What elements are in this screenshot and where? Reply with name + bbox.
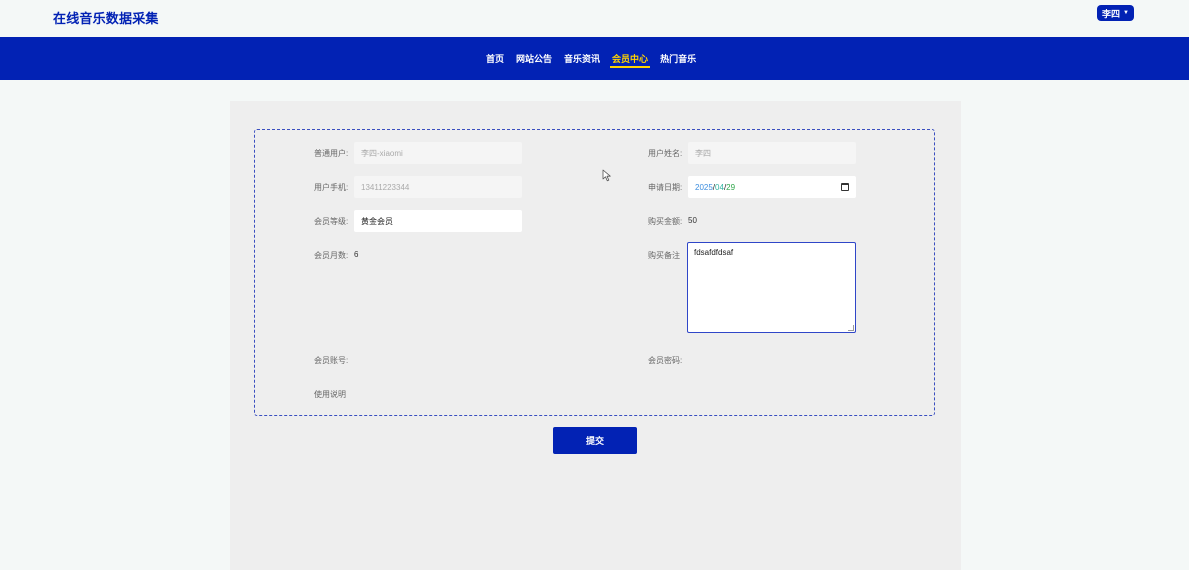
date-value: 2025/04/29	[695, 182, 736, 192]
site-title[interactable]: 在线音乐数据采集	[53, 8, 159, 27]
user-name-label: 用户姓名:	[648, 149, 683, 158]
member-level-field[interactable]: 黄金会员	[354, 210, 522, 232]
member-level-label: 会员等级:	[314, 217, 349, 226]
content-panel: 普通用户: 李四-xiaomi 用户姓名: 李四 用户手机: 134112233…	[230, 101, 961, 570]
nav-item-home[interactable]: 首页	[480, 37, 510, 80]
nav-item-hot-music[interactable]: 热门音乐	[654, 37, 702, 80]
purchase-amount-label: 购买金额:	[648, 217, 683, 226]
calendar-icon[interactable]	[841, 183, 849, 191]
apply-date-field[interactable]: 2025/04/29	[688, 176, 856, 198]
normal-user-label: 普通用户:	[314, 149, 349, 158]
member-password-label: 会员密码:	[648, 356, 683, 365]
user-phone-label: 用户手机:	[314, 183, 349, 192]
user-phone-field[interactable]: 13411223344	[354, 176, 522, 198]
member-months-value: 6	[354, 250, 359, 259]
usage-note-label: 使用说明	[314, 390, 346, 399]
resize-grip-icon[interactable]	[848, 325, 854, 331]
member-months-label: 会员月数:	[314, 251, 349, 260]
caret-down-icon: ▼	[1123, 10, 1129, 16]
user-name-field[interactable]: 李四	[688, 142, 856, 164]
nav-item-member-center[interactable]: 会员中心	[606, 37, 654, 80]
user-menu-button[interactable]: 李四 ▼	[1097, 5, 1134, 21]
user-name-label: 李四	[1102, 8, 1121, 19]
top-bar: 在线音乐数据采集 李四 ▼	[0, 0, 1189, 37]
nav-items: 首页 网站公告 音乐资讯 会员中心 热门音乐	[480, 37, 702, 80]
purchase-amount-value: 50	[688, 216, 697, 225]
purchase-note-text: fdsafdfdsaf	[694, 248, 734, 257]
purchase-note-textarea[interactable]: fdsafdfdsaf	[687, 242, 856, 333]
submit-button[interactable]: 提交	[553, 427, 637, 454]
main-nav: 首页 网站公告 音乐资讯 会员中心 热门音乐	[0, 37, 1189, 80]
nav-item-music-news[interactable]: 音乐资讯	[558, 37, 606, 80]
member-form: 普通用户: 李四-xiaomi 用户姓名: 李四 用户手机: 134112233…	[254, 129, 935, 416]
member-account-label: 会员账号:	[314, 356, 349, 365]
nav-item-announcements[interactable]: 网站公告	[510, 37, 558, 80]
purchase-note-label: 购买备注	[648, 251, 680, 260]
apply-date-label: 申请日期:	[648, 183, 683, 192]
mouse-cursor-icon	[602, 169, 611, 182]
normal-user-field[interactable]: 李四-xiaomi	[354, 142, 522, 164]
